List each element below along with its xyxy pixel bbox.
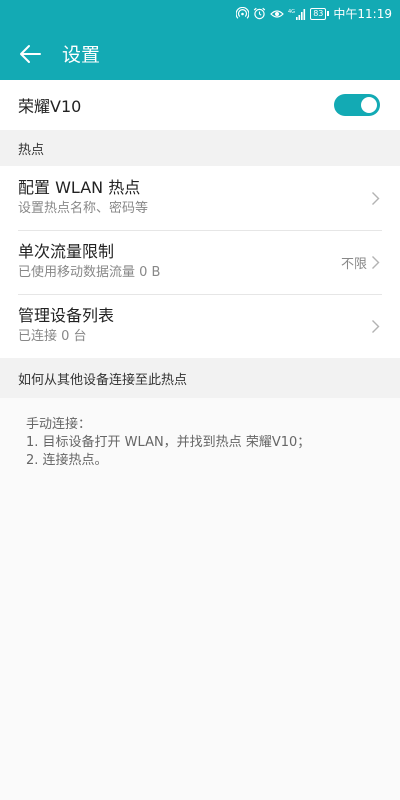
list-item-manage-devices[interactable]: 管理设备列表 已连接 0 台 — [0, 294, 400, 358]
action-bar: 设置 — [0, 27, 400, 80]
hotspot-toggle-row[interactable]: 荣耀V10 — [0, 80, 400, 130]
item-subtitle: 设置热点名称、密码等 — [18, 201, 149, 216]
chevron-right-icon — [372, 319, 380, 333]
arrow-left-icon — [20, 44, 41, 63]
section-header-hotspot: 热点 — [0, 130, 400, 166]
page-title: 设置 — [62, 44, 101, 66]
eye-icon — [270, 8, 285, 20]
status-bar: 4G 83 中午11:19 — [0, 0, 400, 27]
hotspot-icon — [236, 7, 250, 20]
switch-knob — [361, 97, 377, 113]
hotspot-settings-list: 配置 WLAN 热点 设置热点名称、密码等 单次流量限制 已使用移动数据流量 0… — [0, 166, 400, 358]
screen: 4G 83 中午11:19 设置 荣耀V10 热点 配置 WLAN 热点 设置热… — [0, 0, 400, 800]
item-right — [371, 191, 380, 206]
help-instructions: 手动连接： 1. 目标设备打开 WLAN，并找到热点 荣耀V10； 2. 连接热… — [0, 398, 400, 470]
item-right: 不限 — [341, 253, 380, 272]
alarm-icon — [253, 7, 266, 20]
battery-tip — [327, 11, 330, 16]
header: 4G 83 中午11:19 设置 — [0, 0, 400, 80]
item-text: 管理设备列表 已连接 0 台 — [18, 305, 114, 347]
data-limit-value: 不限 — [340, 256, 367, 272]
signal-4g-icon: 4G — [288, 8, 306, 20]
item-subtitle: 已连接 0 台 — [18, 329, 87, 344]
back-button[interactable] — [0, 27, 60, 80]
hotspot-name-label: 荣耀V10 — [18, 97, 82, 116]
status-time: 中午11:19 — [333, 7, 392, 21]
item-subtitle: 已使用移动数据流量 0 B — [18, 265, 161, 280]
chevron-right-icon — [372, 255, 380, 269]
chevron-right-icon — [372, 191, 380, 205]
item-text: 单次流量限制 已使用移动数据流量 0 B — [18, 241, 160, 283]
item-right — [371, 319, 380, 334]
list-item-configure-wlan-hotspot[interactable]: 配置 WLAN 热点 设置热点名称、密码等 — [0, 166, 400, 230]
item-text: 配置 WLAN 热点 设置热点名称、密码等 — [18, 177, 148, 219]
battery-level: 83 — [310, 7, 327, 20]
list-item-data-limit[interactable]: 单次流量限制 已使用移动数据流量 0 B 不限 — [0, 230, 400, 294]
item-title: 配置 WLAN 热点 — [18, 178, 141, 197]
help-line-intro: 手动连接： — [26, 417, 92, 432]
hotspot-switch[interactable] — [334, 94, 380, 116]
help-line-step-2: 2. 连接热点。 — [26, 453, 108, 468]
item-title: 单次流量限制 — [18, 242, 115, 261]
svg-text:4G: 4G — [288, 9, 295, 15]
battery-icon: 83 — [310, 7, 330, 20]
help-line-step-1: 1. 目标设备打开 WLAN，并找到热点 荣耀V10； — [26, 435, 311, 450]
item-title: 管理设备列表 — [18, 306, 115, 325]
section-header-how-to-connect: 如何从其他设备连接至此热点 — [0, 358, 400, 398]
